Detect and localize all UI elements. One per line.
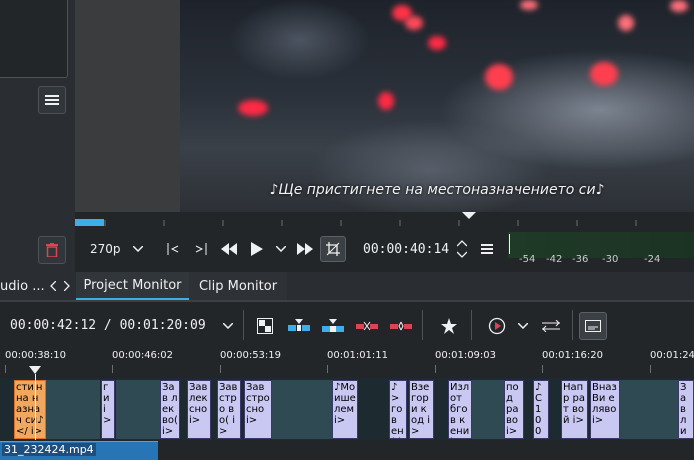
audio-meter [508,232,694,258]
subtitle-clip[interactable]: Зав лек сно i> [187,380,211,439]
position-menu-chevron-icon[interactable] [215,313,241,339]
insert-icon[interactable] [286,313,312,339]
subtitle-clip[interactable]: Зав стро сно i> [244,380,272,439]
video-clip[interactable]: 31_232424.mp4 [0,441,158,460]
subtitle-clip[interactable]: ♪С 100 рав i> [533,380,549,439]
subtitle-clip[interactable]: ♪> гов ен( i> [389,380,407,439]
meter-label: -54 [519,254,536,265]
timeline-position: 00:00:42:12 / 00:01:20:09 [10,318,206,333]
timeline-playhead[interactable] [29,366,41,374]
video-preview[interactable] [180,0,694,212]
ruler-label: 00:00:53:19 [220,350,282,361]
set-out-icon[interactable] [192,240,210,258]
tab-audio-mixer[interactable]: udio ... [0,272,46,300]
star-icon[interactable] [436,313,462,339]
rewind-icon[interactable] [220,240,238,258]
separator [243,310,244,340]
meter-label: -36 [572,254,589,265]
track-gap [46,380,100,439]
subtitle-clip[interactable]: Напр рат вой i> [561,380,588,439]
subtitle-overlay: ♪Ще пристигнете на местоназначението си♪ [269,182,605,198]
fast-forward-icon[interactable] [296,240,314,258]
subtitle-clip[interactable]: Зав стро во( i> [217,380,241,439]
ruler-tick [542,365,543,373]
monitor-ruler[interactable] [75,212,694,228]
ruler-tick [220,365,221,373]
ruler-label: 00:00:38:10 [5,350,67,361]
subtitle-clip-selected[interactable]: сти н на назнач си♪</ i> [14,380,46,439]
zoom-select[interactable]: 270p [90,242,143,256]
split-view-icon[interactable] [252,313,278,339]
set-in-icon[interactable] [164,240,182,258]
ruler-label: 00:00:46:02 [112,350,174,361]
subtitle-icon[interactable] [579,312,607,340]
chevron-right-icon[interactable] [60,276,74,296]
meter-marker [509,234,510,254]
subtitle-clip[interactable]: Зав лек во( i> [160,380,180,439]
ruler-tick [650,365,651,373]
subtitle-clip[interactable]: Взе гори код i> [409,380,434,439]
monitor-playhead[interactable] [462,212,476,219]
subtitle-clip[interactable]: ги i> [101,380,115,439]
bin-list[interactable] [0,0,68,78]
track-gap [620,380,678,439]
zoom-value: 270p [90,242,121,256]
subtitle-clip[interactable]: ♪Мо ише лем i> [332,380,358,439]
timecode-spinner-icon[interactable] [455,238,469,260]
ruler-label: 00:01:09:03 [435,350,497,361]
play-menu-chevron-icon[interactable] [272,240,290,258]
subtitle-clip[interactable]: под раво i> [504,380,524,439]
monitor-menu-icon[interactable] [478,240,496,258]
play-icon[interactable] [248,240,266,258]
playhead-line [35,374,36,440]
lift-icon[interactable] [354,313,380,339]
track-gap [272,380,332,439]
meter-label: -24 [644,254,661,265]
ruler-label: 00:01:16:20 [542,350,604,361]
monitor-letterbox [75,0,180,212]
video-clip-name: 31_232424.mp4 [2,443,96,456]
extract-icon[interactable] [388,313,414,339]
ruler-tick [327,365,328,373]
mixer-toggle-icon[interactable] [538,313,564,339]
separator [572,310,573,340]
monitor-timecode[interactable]: 00:00:40:14 [363,242,449,257]
trash-icon[interactable] [38,236,66,264]
tab-clip-monitor[interactable]: Clip Monitor [189,272,287,300]
zone-bar[interactable] [75,219,104,226]
ruler-label: 00:01:24 [650,350,694,361]
subtitle-clip[interactable]: Зав ли е но i> [678,380,694,439]
ruler-tick [5,365,6,373]
tab-project-monitor[interactable]: Project Monitor [76,272,189,300]
ruler-tick [112,365,113,373]
track-gap [472,380,504,439]
record-menu-chevron-icon[interactable] [510,313,536,339]
ruler-label: 00:01:01:11 [327,350,389,361]
meter-label: -30 [602,254,619,265]
ruler-tick [435,365,436,373]
meter-label: -42 [546,254,563,265]
subtitle-clip[interactable]: Вназ Ви е лявo i> [590,380,620,439]
overwrite-icon[interactable] [320,313,346,339]
chevron-left-icon[interactable] [46,276,60,296]
crop-icon[interactable] [320,236,346,262]
separator [422,310,423,340]
hamburger-icon[interactable] [38,86,66,114]
subtitle-clip[interactable]: Изл от бгов кени i> [448,380,472,439]
separator [471,310,472,340]
record-play-icon[interactable] [484,313,510,339]
track-gap [116,380,160,439]
